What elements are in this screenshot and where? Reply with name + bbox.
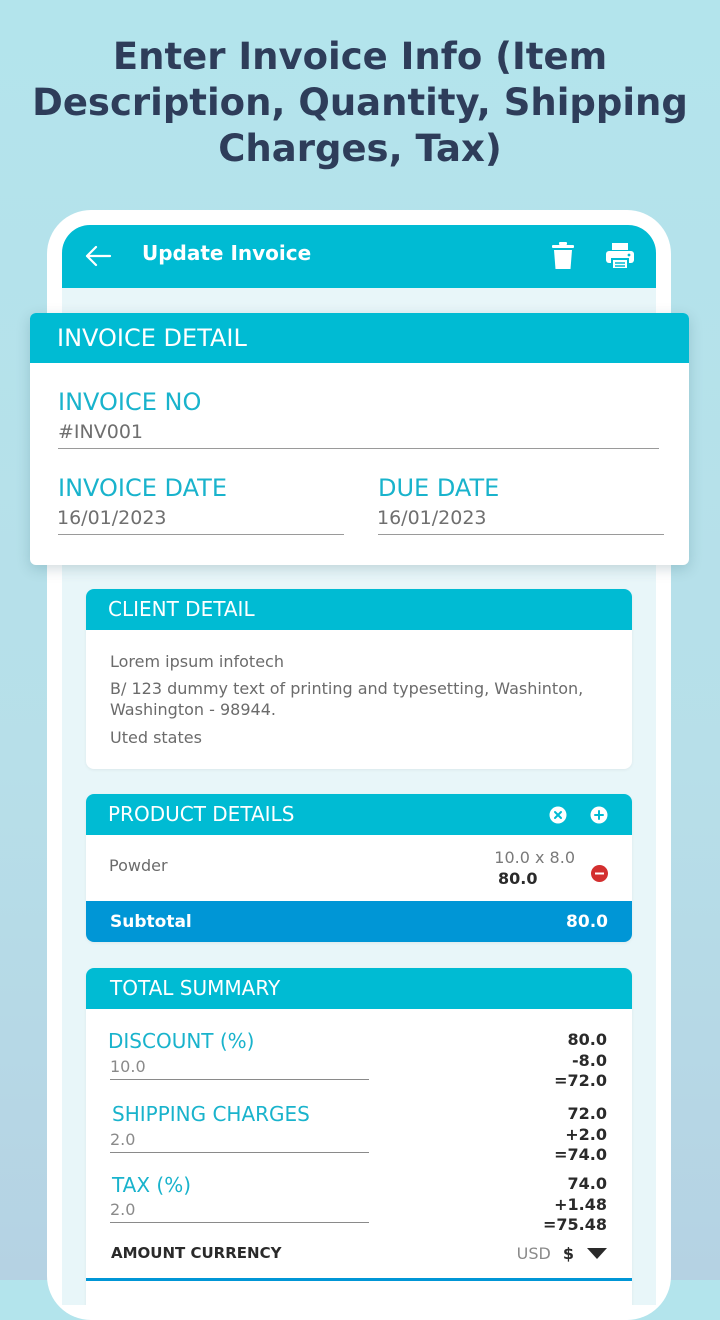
discount-input[interactable]: 10.0 [110, 1057, 146, 1076]
shipping-calculation: 72.0 +2.0 =74.0 [554, 1104, 607, 1166]
invoice-date-label: INVOICE DATE [58, 474, 227, 502]
invoice-no-input[interactable]: #INV001 [58, 421, 143, 443]
tax-calc-change: +1.48 [554, 1194, 607, 1214]
amount-currency-label: AMOUNT CURRENCY [111, 1244, 282, 1262]
client-country: Uted states [110, 728, 202, 747]
shipping-calc-result: =74.0 [554, 1145, 607, 1164]
tax-calculation: 74.0 +1.48 =75.48 [543, 1174, 607, 1236]
invoice-no-underline [58, 448, 659, 449]
client-detail-card: CLIENT DETAIL Lorem ipsum infotech B/ 12… [86, 589, 632, 769]
clear-products-icon[interactable] [549, 806, 567, 824]
currency-symbol: $ [562, 1243, 574, 1263]
product-details-card: PRODUCT DETAILS Powder 10.0 x 8.0 80.0 S… [86, 794, 632, 942]
promo-line-3: Charges, Tax) [218, 127, 502, 170]
client-name: Lorem ipsum infotech [110, 652, 284, 671]
promo-line-2: Description, Quantity, Shipping [32, 81, 688, 124]
discount-label: DISCOUNT (%) [108, 1029, 255, 1053]
tax-label: TAX (%) [112, 1173, 192, 1197]
discount-calc-change: -8.0 [572, 1050, 607, 1070]
add-product-icon[interactable] [590, 806, 608, 824]
client-address-line-1: B/ 123 dummy text of printing and typese… [110, 679, 584, 698]
tax-calc-base: 74.0 [567, 1174, 607, 1193]
shipping-label: SHIPPING CHARGES [112, 1102, 310, 1126]
page-title: Update Invoice [142, 241, 312, 265]
product-name: Powder [109, 856, 168, 875]
shipping-underline [110, 1152, 369, 1153]
discount-calculation: 80.0 -8.0 =72.0 [554, 1030, 607, 1092]
product-details-header: PRODUCT DETAILS [86, 794, 632, 835]
tax-input[interactable]: 2.0 [110, 1200, 135, 1219]
tax-calc-result: =75.48 [542, 1215, 607, 1234]
invoice-date-underline [58, 534, 344, 535]
invoice-no-label: INVOICE NO [58, 388, 202, 416]
invoice-detail-card: INVOICE DETAIL INVOICE NO #INV001 INVOIC… [30, 313, 689, 565]
due-date-input[interactable]: 16/01/2023 [377, 507, 487, 529]
remove-product-icon[interactable] [591, 865, 608, 882]
subtotal-label: Subtotal [110, 912, 192, 932]
subtotal-value: 80.0 [566, 912, 608, 932]
product-details-title: PRODUCT DETAILS [108, 802, 295, 826]
currency-selector[interactable]: USD $ [517, 1240, 608, 1266]
shipping-calc-change: +2.0 [565, 1124, 607, 1144]
discount-underline [110, 1079, 369, 1080]
client-address-line-2: Washington - 98944. [110, 700, 276, 719]
promo-heading: Enter Invoice Info (Item Description, Qu… [30, 34, 690, 172]
back-arrow-icon[interactable] [84, 244, 112, 268]
invoice-date-input[interactable]: 16/01/2023 [57, 507, 167, 529]
due-date-underline [378, 534, 664, 535]
discount-calc-result: =72.0 [554, 1071, 607, 1090]
due-date-label: DUE DATE [378, 474, 500, 502]
shipping-calc-base: 72.0 [567, 1104, 607, 1123]
tax-underline [110, 1222, 369, 1223]
shipping-input[interactable]: 2.0 [110, 1130, 135, 1149]
currency-code: USD [516, 1243, 551, 1263]
discount-calc-base: 80.0 [567, 1030, 607, 1049]
app-bar: Update Invoice [62, 225, 656, 288]
promo-line-1: Enter Invoice Info (Item [112, 35, 608, 78]
client-detail-header: CLIENT DETAIL [86, 589, 632, 630]
delete-icon[interactable] [551, 242, 575, 270]
subtotal-bar: Subtotal 80.0 [86, 901, 632, 942]
invoice-detail-header: INVOICE DETAIL [30, 313, 689, 363]
product-qty-price: 10.0 x 8.0 [494, 848, 575, 867]
total-summary-header: TOTAL SUMMARY [86, 968, 632, 1009]
chevron-down-icon [587, 1247, 607, 1259]
print-icon[interactable] [605, 242, 635, 270]
total-summary-card: TOTAL SUMMARY DISCOUNT (%) 10.0 80.0 -8.… [86, 968, 632, 1305]
product-row[interactable]: Powder 10.0 x 8.0 80.0 [86, 835, 632, 901]
product-total: 80.0 [498, 869, 538, 888]
